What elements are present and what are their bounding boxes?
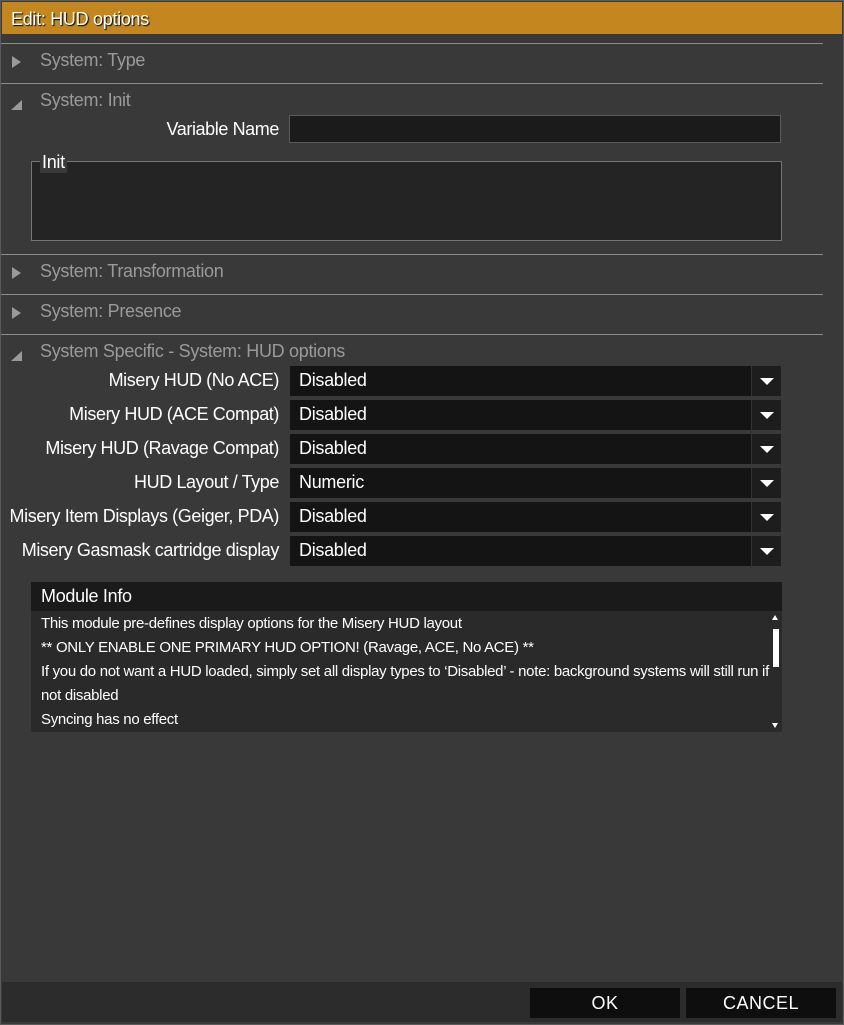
cancel-button[interactable]: CANCEL xyxy=(686,988,836,1018)
chevron-down-icon xyxy=(760,480,774,487)
hud-layout-type-dropdown[interactable]: Numeric xyxy=(290,468,781,498)
section-label: System: Init xyxy=(40,90,131,110)
dropdown-button[interactable] xyxy=(751,536,781,566)
dropdown-button[interactable] xyxy=(751,468,781,498)
dropdown-value: Disabled xyxy=(299,404,367,424)
misery-hud-ace-compat-label: Misery HUD (ACE Compat) xyxy=(69,404,279,424)
chevron-down-icon xyxy=(760,446,774,453)
module-info-line: ** ONLY ENABLE ONE PRIMARY HUD OPTION! (… xyxy=(41,639,534,656)
section-label: System: Presence xyxy=(40,301,182,321)
misery-item-displays-label: Misery Item Displays (Geiger, PDA) xyxy=(9,506,280,526)
dropdown-value: Disabled xyxy=(299,438,367,458)
section-header-system-init[interactable]: System: Init xyxy=(1,83,823,119)
dialog-footer: OK CANCEL xyxy=(2,982,842,1022)
dropdown-value: Disabled xyxy=(299,506,367,526)
misery-hud-ravage-compat-label: Misery HUD (Ravage Compat) xyxy=(45,438,279,458)
misery-gasmask-cartridge-dropdown[interactable]: Disabled xyxy=(290,536,781,566)
dropdown-button[interactable] xyxy=(751,400,781,430)
chevron-down-icon xyxy=(760,548,774,555)
scroll-down-arrow-icon[interactable] xyxy=(772,723,778,728)
misery-hud-ravage-compat-dropdown[interactable]: Disabled xyxy=(290,434,781,464)
module-info-scrollbar[interactable] xyxy=(770,611,782,732)
expand-arrow-icon xyxy=(12,56,21,68)
misery-gasmask-cartridge-label: Misery Gasmask cartridge display xyxy=(21,540,280,560)
section-header-system-transformation[interactable]: System: Transformation xyxy=(1,254,823,290)
scrollbar-thumb[interactable] xyxy=(773,629,779,667)
module-info-line: This module pre-defines display options … xyxy=(41,615,462,632)
expand-arrow-icon xyxy=(12,267,21,279)
dropdown-button[interactable] xyxy=(751,502,781,532)
edit-hud-options-dialog: Edit: HUD options System: Type System: I… xyxy=(0,0,844,1025)
collapse-arrow-icon xyxy=(11,100,22,110)
collapse-arrow-icon xyxy=(11,351,22,361)
module-info-line: Syncing has no effect xyxy=(41,711,178,728)
module-info-text: This module pre-defines display options … xyxy=(41,612,769,732)
section-label: System: Transformation xyxy=(40,261,224,281)
dropdown-button[interactable] xyxy=(751,366,781,396)
init-textarea[interactable] xyxy=(31,161,782,241)
misery-hud-ace-compat-dropdown[interactable]: Disabled xyxy=(290,400,781,430)
section-label: System: Type xyxy=(40,50,146,70)
section-header-system-type[interactable]: System: Type xyxy=(1,43,823,79)
section-header-system-presence[interactable]: System: Presence xyxy=(1,294,823,330)
variable-name-label: Variable Name xyxy=(166,119,279,139)
misery-hud-no-ace-dropdown[interactable]: Disabled xyxy=(290,366,781,396)
scroll-up-arrow-icon[interactable] xyxy=(772,615,778,620)
section-header-hud-options[interactable]: System Specific - System: HUD options xyxy=(1,334,823,370)
section-label: System Specific - System: HUD options xyxy=(40,341,345,361)
dropdown-value: Disabled xyxy=(299,370,367,390)
expand-arrow-icon xyxy=(12,307,21,319)
chevron-down-icon xyxy=(760,514,774,521)
window-title: Edit: HUD options xyxy=(11,9,149,29)
module-info-line: If you do not want a HUD loaded, simply … xyxy=(41,663,769,704)
misery-hud-no-ace-label: Misery HUD (No ACE) xyxy=(108,370,280,390)
chevron-down-icon xyxy=(760,378,774,385)
variable-name-input[interactable] xyxy=(289,115,781,143)
module-info-panel: Module Info This module pre-defines disp… xyxy=(31,582,782,732)
misery-item-displays-dropdown[interactable]: Disabled xyxy=(290,502,781,532)
hud-layout-type-label: HUD Layout / Type xyxy=(134,472,279,492)
ok-button[interactable]: OK xyxy=(530,988,680,1018)
window-title-bar[interactable]: Edit: HUD options xyxy=(2,2,842,34)
dropdown-value: Numeric xyxy=(299,472,364,492)
dropdown-button[interactable] xyxy=(751,434,781,464)
init-label: Init xyxy=(40,152,67,173)
module-info-title: Module Info xyxy=(41,586,132,606)
dropdown-value: Disabled xyxy=(299,540,367,560)
chevron-down-icon xyxy=(760,412,774,419)
module-info-header: Module Info xyxy=(31,582,782,611)
